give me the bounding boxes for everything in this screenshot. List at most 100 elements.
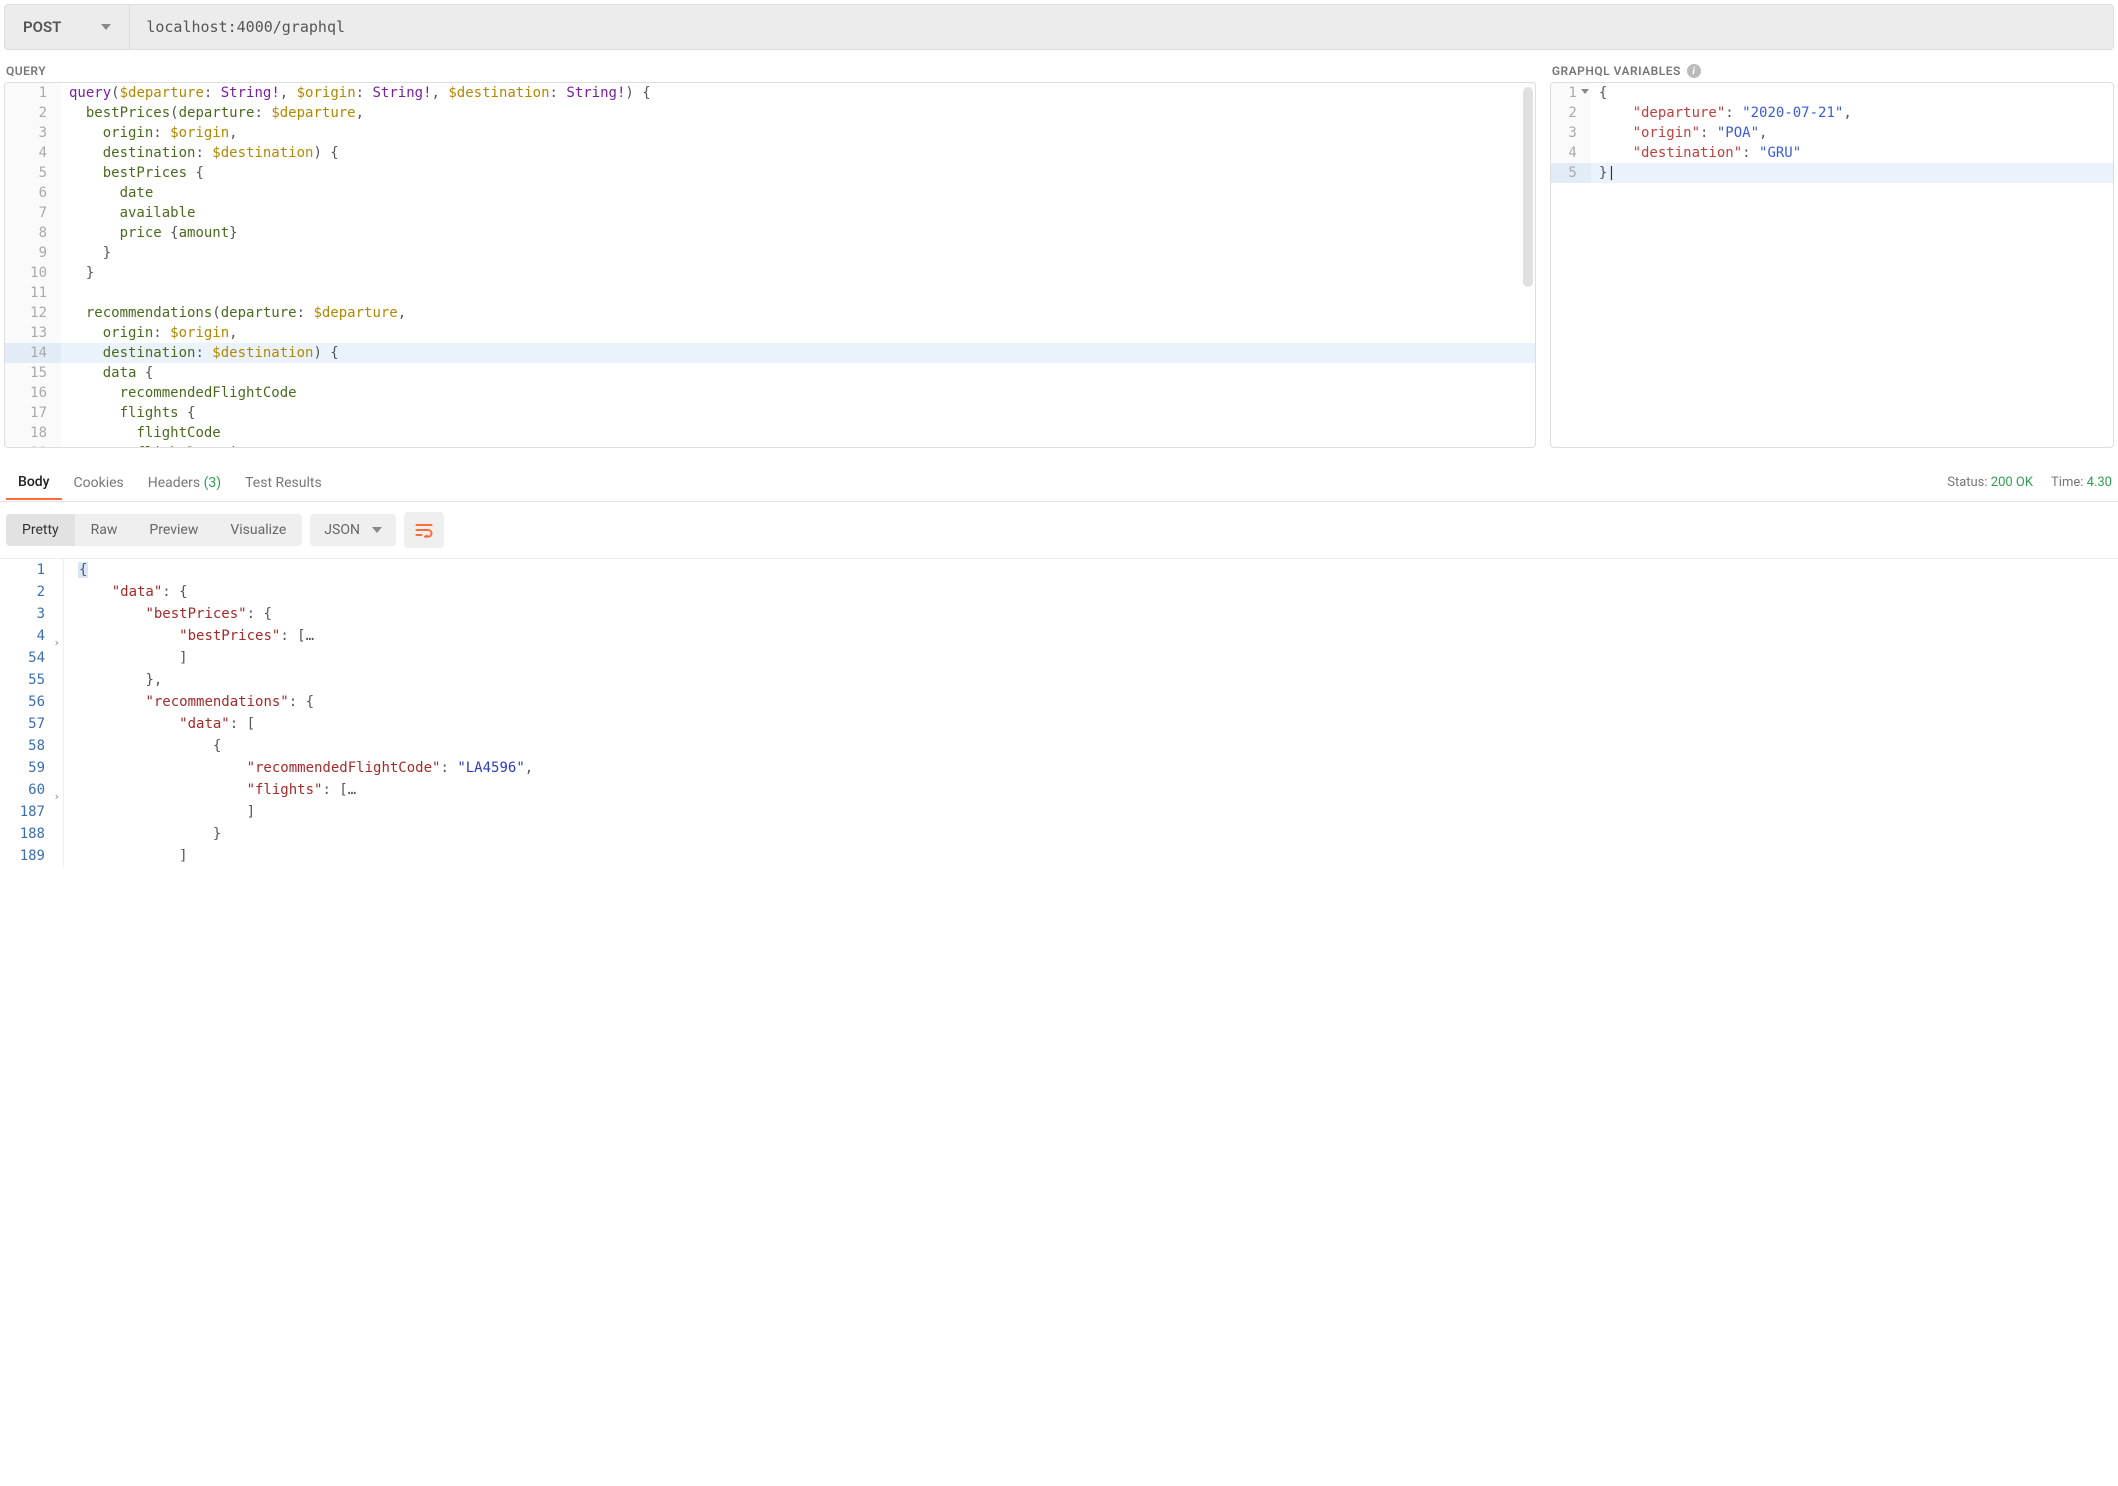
gutter: 9 (5, 243, 61, 263)
gutter: 8 (5, 223, 61, 243)
gutter: 57 (0, 713, 64, 735)
fold-caret-icon[interactable] (1581, 89, 1589, 94)
code-line[interactable]: 4› "bestPrices": [… (0, 625, 2118, 647)
view-mode-raw[interactable]: Raw (75, 514, 134, 546)
code-content: "bestPrices": { (64, 603, 2118, 625)
info-icon[interactable]: i (1687, 64, 1701, 78)
code-line[interactable]: 17 flights { (5, 403, 1535, 423)
scrollbar-thumb[interactable] (1523, 87, 1533, 287)
code-content: { (64, 559, 2118, 581)
gutter: 1 (0, 559, 64, 581)
code-content: { (64, 735, 2118, 757)
code-line[interactable]: 4 destination: $destination) { (5, 143, 1535, 163)
code-line[interactable]: 5}| (1551, 163, 2113, 183)
time-block: Time: 4.30 (2051, 475, 2112, 490)
wrap-icon (414, 520, 434, 540)
code-line[interactable]: 9 } (5, 243, 1535, 263)
gutter: 56 (0, 691, 64, 713)
chevron-down-icon (101, 24, 111, 30)
code-line[interactable]: 58 { (0, 735, 2118, 757)
gutter: 4 (5, 143, 61, 163)
response-tab-test-results[interactable]: Test Results (233, 467, 334, 499)
code-content: "data": { (64, 581, 2118, 603)
code-content: available (61, 203, 1535, 223)
tab-label: Test Results (245, 475, 322, 491)
gutter: 19 (5, 443, 61, 447)
code-line[interactable]: 18 flightCode (5, 423, 1535, 443)
code-line[interactable]: 54 ] (0, 647, 2118, 669)
response-tab-cookies[interactable]: Cookies (62, 467, 136, 499)
response-tabs: BodyCookiesHeaders (3)Test Results Statu… (0, 464, 2118, 502)
code-line[interactable]: 1{ (0, 559, 2118, 581)
code-content: ] (64, 647, 2118, 669)
code-line[interactable]: 6 date (5, 183, 1535, 203)
code-line[interactable]: 57 "data": [ (0, 713, 2118, 735)
code-line[interactable]: 2 bestPrices(departure: $departure, (5, 103, 1535, 123)
code-content: ] (64, 801, 2118, 823)
gutter: 5 (1551, 163, 1591, 183)
query-editor[interactable]: 1query($departure: String!, $origin: Str… (4, 82, 1536, 448)
code-line[interactable]: 5 bestPrices { (5, 163, 1535, 183)
query-header: QUERY (4, 58, 1536, 82)
code-line[interactable]: 7 available (5, 203, 1535, 223)
response-tab-body[interactable]: Body (6, 466, 62, 500)
code-content: date (61, 183, 1535, 203)
gutter: 187 (0, 801, 64, 823)
gutter: 7 (5, 203, 61, 223)
response-tab-headers[interactable]: Headers (3) (136, 467, 233, 499)
code-line[interactable]: 3 "bestPrices": { (0, 603, 2118, 625)
code-line[interactable]: 60› "flights": [… (0, 779, 2118, 801)
code-line[interactable]: 13 origin: $origin, (5, 323, 1535, 343)
wrap-lines-button[interactable] (404, 512, 444, 548)
code-line[interactable]: 8 price {amount} (5, 223, 1535, 243)
response-lang-select[interactable]: JSON (310, 514, 396, 546)
gutter: 58 (0, 735, 64, 757)
code-line[interactable]: 3 origin: $origin, (5, 123, 1535, 143)
response-toolbar: PrettyRawPreviewVisualize JSON (0, 502, 2118, 558)
view-mode-preview[interactable]: Preview (133, 514, 214, 546)
tab-label: Cookies (74, 475, 124, 491)
code-content: "recommendedFlightCode": "LA4596", (64, 757, 2118, 779)
code-content: flightDuration (61, 443, 1535, 447)
code-line[interactable]: 187 ] (0, 801, 2118, 823)
code-line[interactable]: 56 "recommendations": { (0, 691, 2118, 713)
code-content: bestPrices { (61, 163, 1535, 183)
code-content: bestPrices(departure: $departure, (61, 103, 1535, 123)
gutter: 4› (0, 625, 64, 647)
code-line[interactable]: 2 "departure": "2020-07-21", (1551, 103, 2113, 123)
request-bar: POST localhost:4000/graphql (4, 4, 2114, 50)
code-line[interactable]: 11 (5, 283, 1535, 303)
code-line[interactable]: 59 "recommendedFlightCode": "LA4596", (0, 757, 2118, 779)
variables-editor[interactable]: 1{2 "departure": "2020-07-21",3 "origin"… (1550, 82, 2114, 448)
code-line[interactable]: 189 ] (0, 845, 2118, 867)
url-input[interactable]: localhost:4000/graphql (130, 5, 2113, 49)
code-line[interactable]: 14 destination: $destination) { (5, 343, 1535, 363)
code-line[interactable]: 19 flightDuration (5, 443, 1535, 447)
code-line[interactable]: 55 }, (0, 669, 2118, 691)
view-mode-visualize[interactable]: Visualize (214, 514, 302, 546)
code-line[interactable]: 1query($departure: String!, $origin: Str… (5, 83, 1535, 103)
code-line[interactable]: 10 } (5, 263, 1535, 283)
http-method-select[interactable]: POST (5, 5, 130, 49)
code-line[interactable]: 3 "origin": "POA", (1551, 123, 2113, 143)
code-line[interactable]: 12 recommendations(departure: $departure… (5, 303, 1535, 323)
view-mode-group: PrettyRawPreviewVisualize (6, 514, 302, 546)
url-value: localhost:4000/graphql (146, 18, 345, 36)
code-content: query($departure: String!, $origin: Stri… (61, 83, 1535, 103)
code-line[interactable]: 1{ (1551, 83, 2113, 103)
gutter: 13 (5, 323, 61, 343)
code-line[interactable]: 2 "data": { (0, 581, 2118, 603)
code-line[interactable]: 188 } (0, 823, 2118, 845)
gutter: 3 (5, 123, 61, 143)
view-mode-pretty[interactable]: Pretty (6, 514, 75, 546)
gutter: 5 (5, 163, 61, 183)
code-content: flights { (61, 403, 1535, 423)
gutter: 3 (1551, 123, 1591, 143)
tab-label: Headers (148, 475, 200, 491)
response-body[interactable]: 1{2 "data": {3 "bestPrices": {4› "bestPr… (0, 558, 2118, 867)
code-line[interactable]: 16 recommendedFlightCode (5, 383, 1535, 403)
gutter: 4 (1551, 143, 1591, 163)
gutter: 12 (5, 303, 61, 323)
code-line[interactable]: 4 "destination": "GRU" (1551, 143, 2113, 163)
code-line[interactable]: 15 data { (5, 363, 1535, 383)
